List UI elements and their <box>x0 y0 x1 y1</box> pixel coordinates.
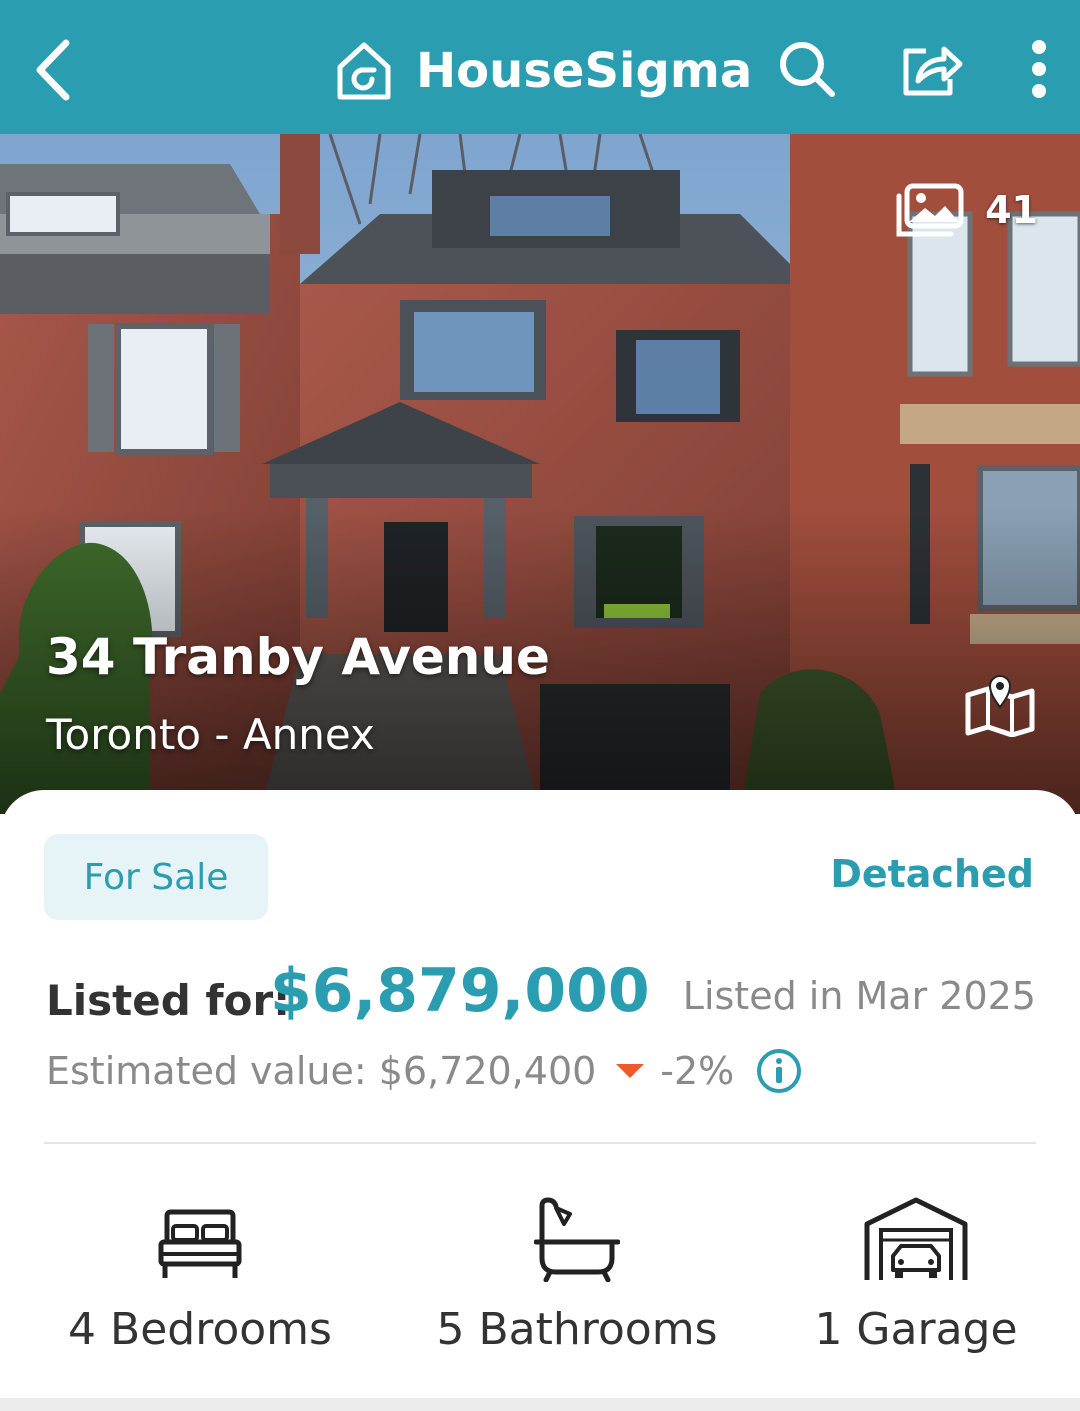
back-arrow-icon <box>36 39 70 101</box>
estimated-value-row: Estimated value: $6,720,400 -2% <box>46 1046 802 1096</box>
back-button[interactable] <box>24 30 80 110</box>
search-icon <box>780 42 835 97</box>
app-header: HouseSigma <box>0 0 1080 134</box>
section-separator <box>0 1398 1080 1411</box>
photo-gallery-icon <box>896 183 964 237</box>
bathtub-icon <box>534 1197 620 1282</box>
search-button[interactable] <box>772 34 842 104</box>
brand-name: HouseSigma <box>416 43 753 99</box>
photo-count-number: 41 <box>985 188 1038 232</box>
listing-locality: Toronto - Annex <box>46 710 375 759</box>
divider <box>44 1142 1036 1144</box>
listed-date: Listed in Mar 2025 <box>682 974 1036 1018</box>
price-label: Listed for: <box>46 976 291 1025</box>
more-vertical-icon <box>1032 40 1046 98</box>
listing-photo[interactable]: 41 34 Tranby Avenue Toronto - Annex <box>0 134 1080 814</box>
more-options-button[interactable] <box>1004 34 1074 104</box>
estimate-change: -2% <box>660 1049 735 1093</box>
info-icon[interactable] <box>756 1048 802 1094</box>
bed-icon <box>158 1209 242 1278</box>
brand: HouseSigma <box>334 36 752 106</box>
map-button[interactable] <box>960 664 1040 744</box>
garage-feature: 1 Garage <box>800 1192 1032 1362</box>
share-icon <box>903 46 963 96</box>
bedrooms-feature: 4 Bedrooms <box>60 1192 340 1362</box>
listing-details-card: For Sale Detached Listed for: $6,879,000… <box>0 790 1080 1411</box>
garage-label: 1 Garage <box>814 1304 1018 1355</box>
bedrooms-label: 4 Bedrooms <box>68 1304 332 1355</box>
house-logo-icon <box>337 42 391 100</box>
photo-count[interactable]: 41 <box>895 182 1038 238</box>
share-button[interactable] <box>896 34 966 104</box>
listing-address: 34 Tranby Avenue <box>46 628 550 686</box>
estimated-value: Estimated value: $6,720,400 <box>46 1049 597 1093</box>
down-arrow-icon <box>616 1064 645 1078</box>
price-row: Listed for: $6,879,000 Listed in Mar 202… <box>46 956 1036 1036</box>
property-type: Detached <box>830 852 1034 896</box>
map-pin-icon <box>965 675 1035 737</box>
status-badge: For Sale <box>44 834 268 920</box>
bathrooms-label: 5 Bathrooms <box>436 1304 718 1355</box>
bathrooms-feature: 5 Bathrooms <box>420 1192 734 1362</box>
listing-price: $6,879,000 <box>270 956 650 1026</box>
garage-icon <box>864 1197 968 1280</box>
